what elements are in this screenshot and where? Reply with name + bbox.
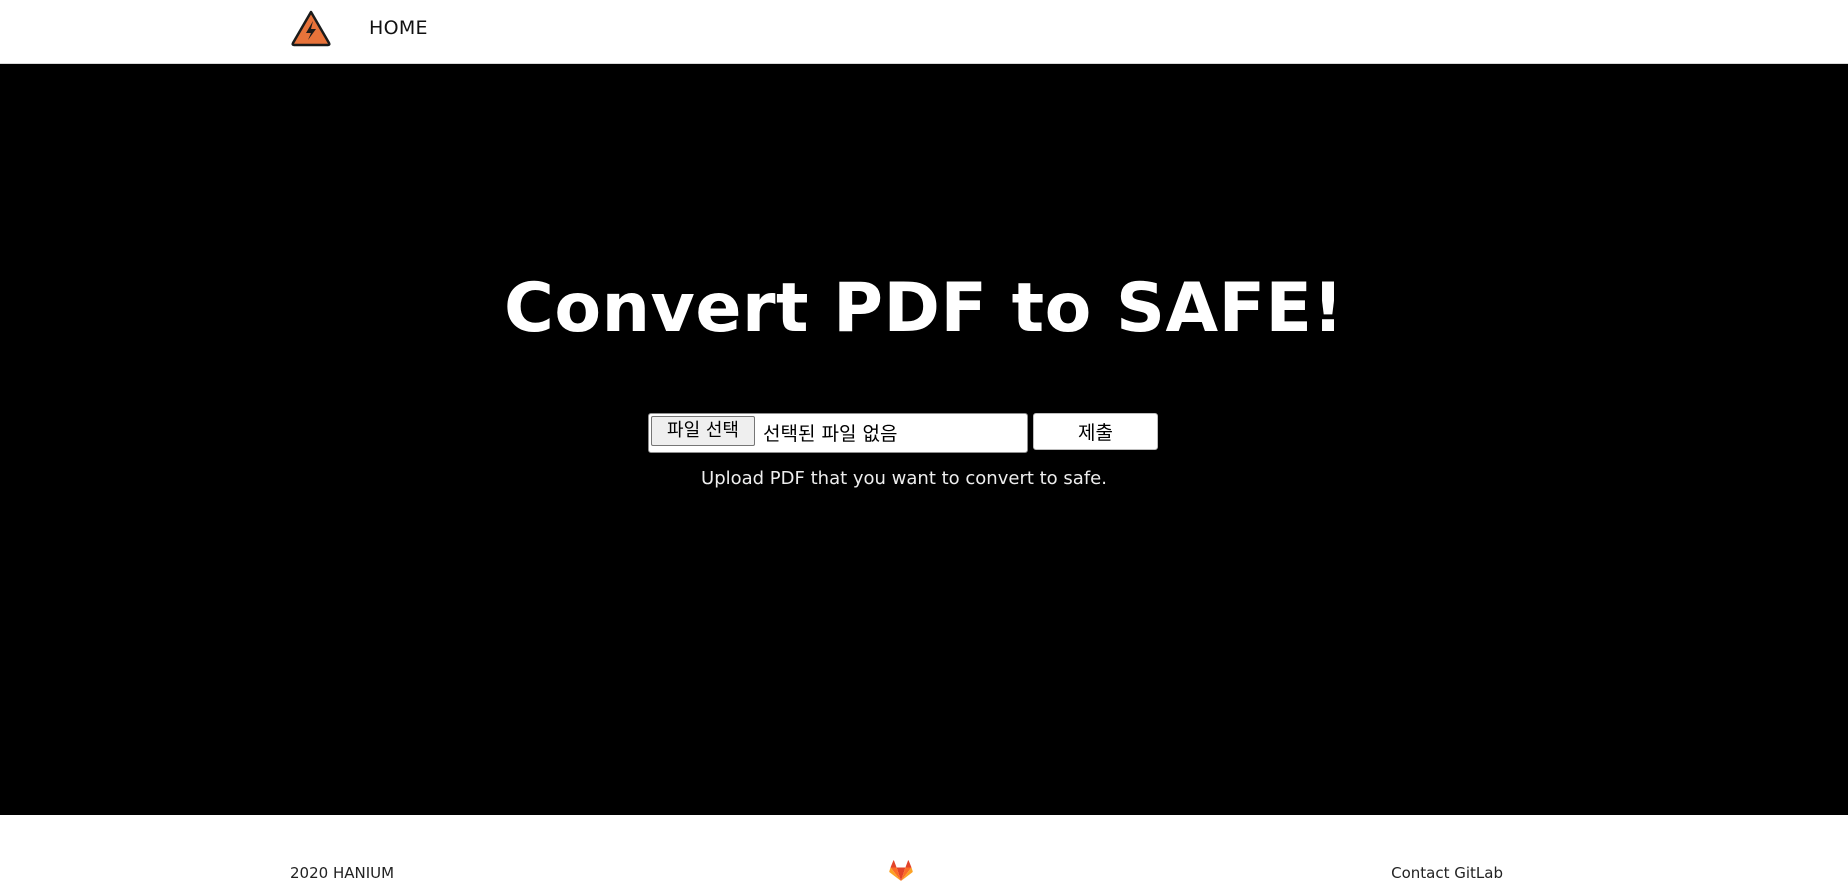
nav-home-link[interactable]: HOME	[369, 17, 428, 39]
submit-button[interactable]: 제출	[1033, 413, 1158, 450]
hero-section: Convert PDF to SAFE! 파일 선택 선택된 파일 없음 제출 …	[0, 64, 1848, 815]
file-input[interactable]: 파일 선택 선택된 파일 없음	[648, 413, 1028, 453]
upload-help-text: Upload PDF that you want to convert to s…	[701, 468, 1107, 489]
footer: 2020 HANIUM Contact GitLab	[0, 815, 1848, 895]
high-voltage-warning-icon[interactable]	[290, 9, 332, 47]
file-status-text: 선택된 파일 없음	[763, 423, 898, 445]
gitlab-icon[interactable]	[889, 860, 913, 882]
top-navbar: HOME	[0, 0, 1848, 64]
page-title: Convert PDF to SAFE!	[503, 269, 1344, 348]
copyright-text: 2020 HANIUM	[290, 864, 395, 882]
choose-file-button[interactable]: 파일 선택	[651, 416, 755, 446]
contact-gitlab-link[interactable]: Contact GitLab	[1391, 864, 1503, 882]
